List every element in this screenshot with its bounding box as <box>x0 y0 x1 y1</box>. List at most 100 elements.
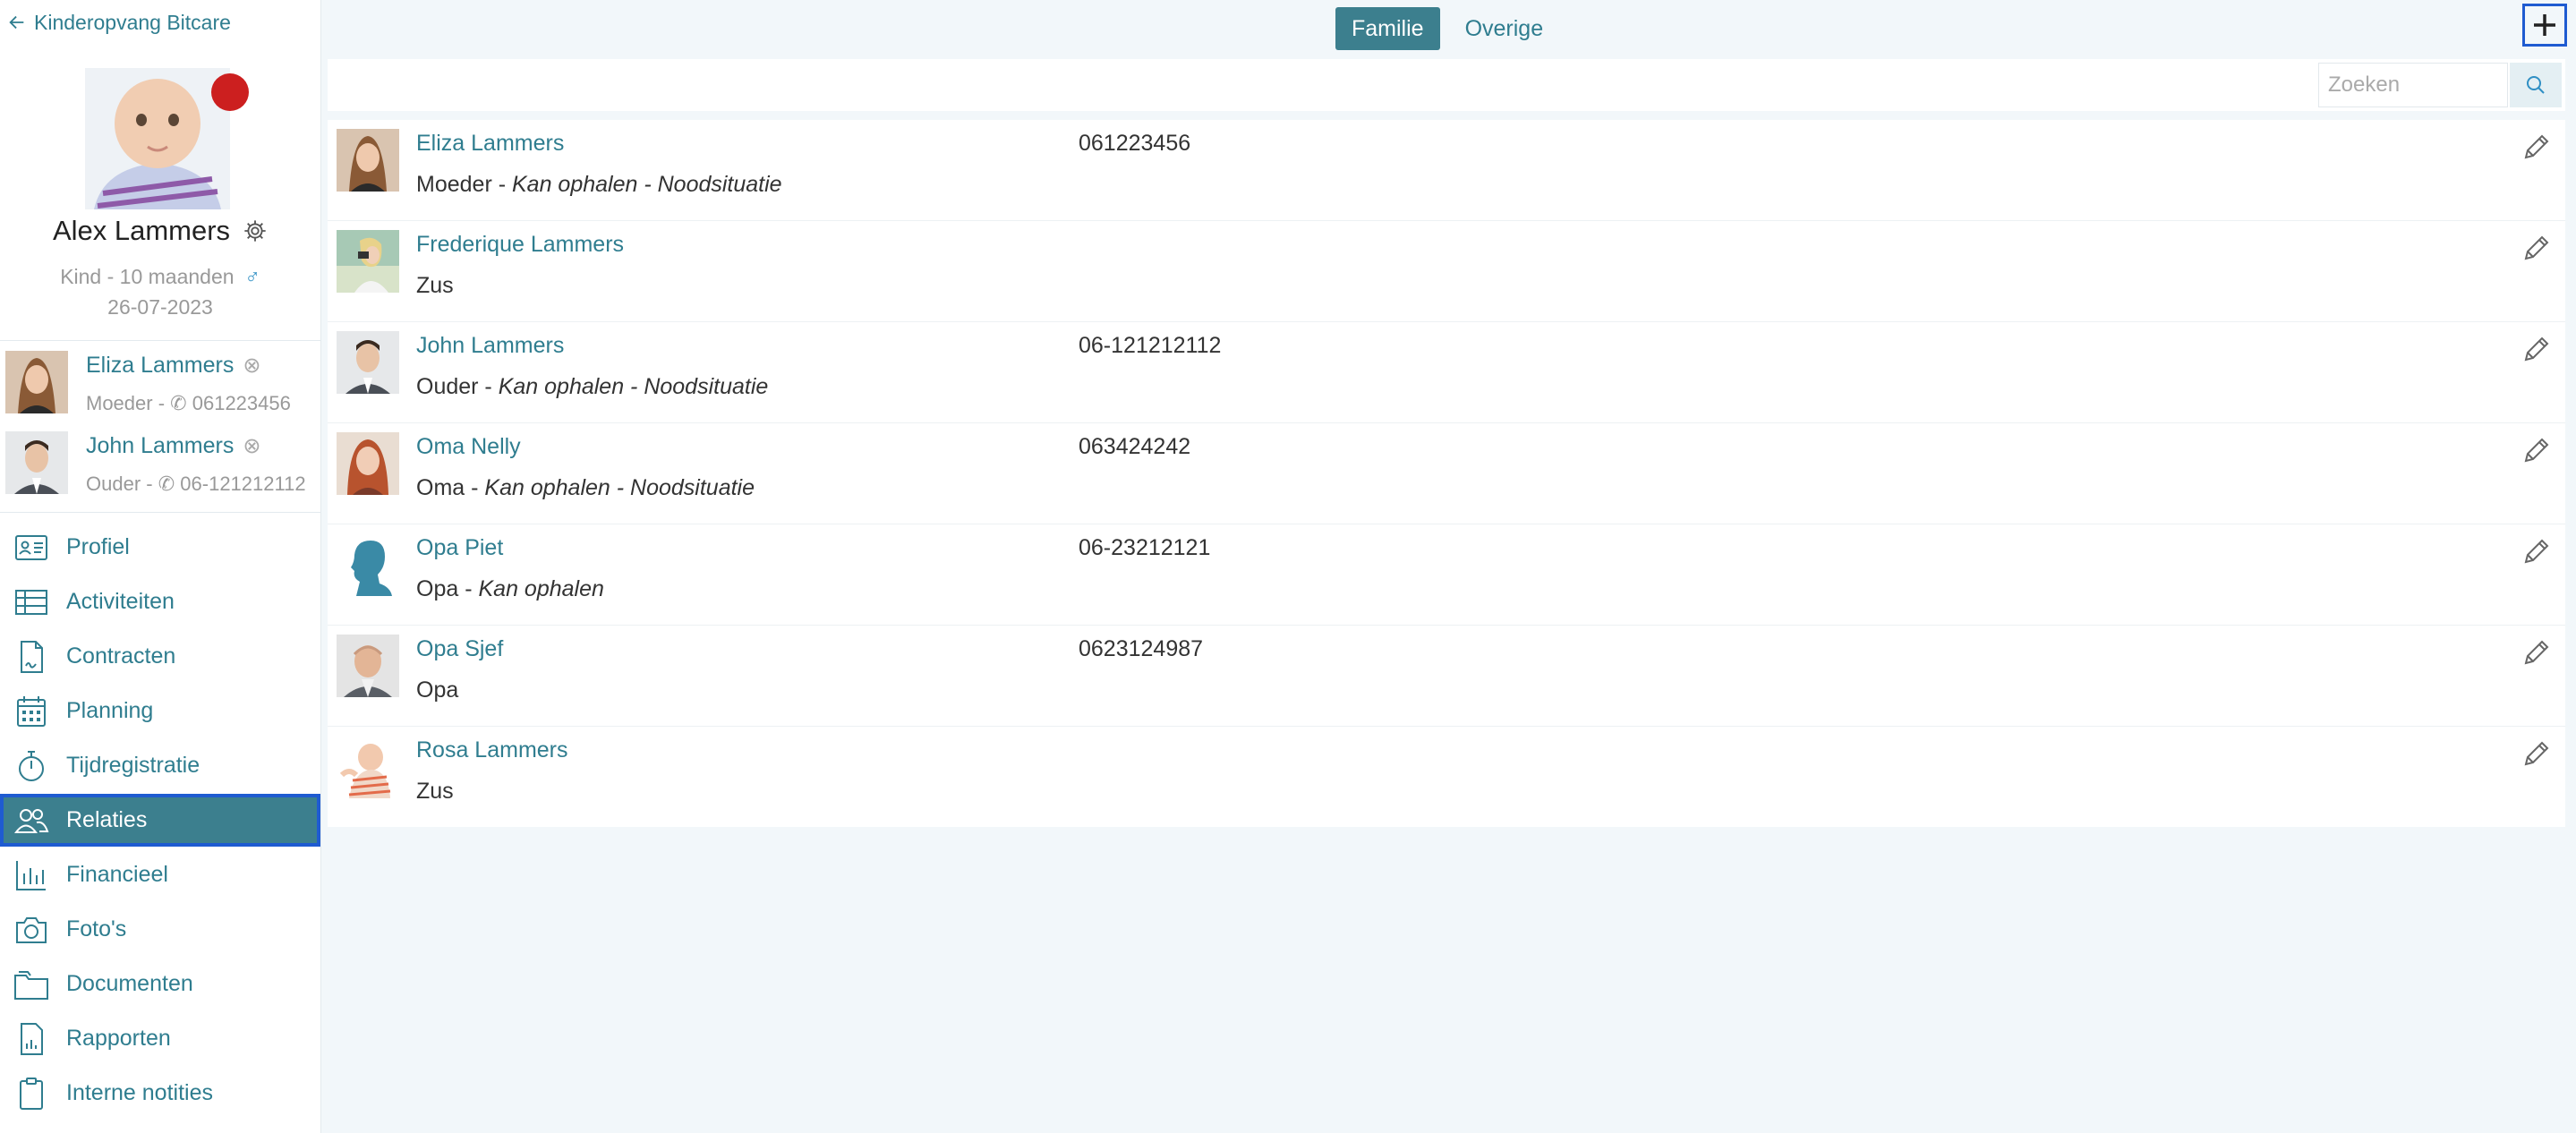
child-birthdate: 26-07-2023 <box>107 295 213 319</box>
relation-role: Opa <box>416 677 458 703</box>
arrow-left-icon <box>9 15 24 30</box>
search-bar <box>328 59 2565 111</box>
relation-name[interactable]: Opa Piet <box>416 535 503 561</box>
nav-label: Rapporten <box>66 1026 171 1051</box>
nav-item-fotos[interactable]: Foto's <box>0 903 320 956</box>
nav-item-activiteiten[interactable]: Activiteiten <box>0 575 320 628</box>
tab-familie[interactable]: Familie <box>1335 7 1440 50</box>
nav-item-profiel[interactable]: Profiel <box>0 521 320 574</box>
child-age: Kind - 10 maanden <box>60 265 235 288</box>
back-link[interactable]: Kinderopvang Bitcare <box>7 9 231 36</box>
pencil-icon[interactable] <box>2521 434 2553 466</box>
add-relation-button[interactable] <box>2522 4 2567 47</box>
relation-type: Opa <box>416 677 459 703</box>
nav-label: Profiel <box>66 534 130 559</box>
pencil-icon[interactable] <box>2521 636 2553 669</box>
relation-row: Frederique Lammers Zus <box>328 221 2565 322</box>
relation-avatar <box>337 432 399 495</box>
search-icon <box>2527 76 2545 94</box>
child-name: Alex Lammers <box>52 215 231 246</box>
pencil-icon[interactable] <box>2521 737 2553 770</box>
male-icon: ♂ <box>244 265 260 288</box>
search-button[interactable] <box>2510 63 2562 107</box>
contact-phone: 061223456 <box>192 392 291 414</box>
relation-separator: - <box>465 475 485 500</box>
relation-phone: 06-121212112 <box>1079 333 1222 358</box>
relation-name[interactable]: Oma Nelly <box>416 434 521 460</box>
relation-avatar <box>337 129 399 192</box>
nav-item-contracten[interactable]: Contracten <box>0 630 320 683</box>
relation-phone: 063424242 <box>1079 434 1191 459</box>
relation-role: Oma - Kan ophalen - Noodsituatie <box>416 475 755 501</box>
nav-item-planning[interactable]: Planning <box>0 685 320 737</box>
gear-icon[interactable] <box>243 218 268 243</box>
silhouette-icon <box>337 533 399 596</box>
remove-circle-icon[interactable]: ⊗ <box>243 433 260 459</box>
nav-item-tijdregistratie[interactable]: Tijdregistratie <box>0 739 320 792</box>
relation-role: Opa - Kan ophalen <box>416 576 604 602</box>
status-indicator <box>211 73 249 111</box>
report-icon <box>13 1020 50 1058</box>
people-icon <box>13 802 50 839</box>
contact-avatar <box>5 351 68 413</box>
nav-item-relaties[interactable]: Relaties <box>0 794 320 847</box>
relation-avatar <box>337 230 399 293</box>
contact-details: Moeder - ✆ 061223456 <box>86 392 320 415</box>
nav-item-financieel[interactable]: Financieel <box>0 848 320 901</box>
nav-label: Interne notities <box>66 1080 213 1105</box>
back-link-label: Kinderopvang Bitcare <box>34 10 231 34</box>
folder-icon <box>13 966 50 1003</box>
relation-permissions: Kan ophalen - Noodsituatie <box>484 475 755 500</box>
stopwatch-icon <box>13 747 50 785</box>
contact-phone: 06-121212112 <box>180 473 306 495</box>
relation-type: Ouder <box>416 374 479 399</box>
relation-separator: - <box>491 172 512 197</box>
pencil-icon[interactable] <box>2521 232 2553 264</box>
nav-item-interne-notities[interactable]: Interne notities <box>0 1067 320 1120</box>
table-icon <box>13 584 50 621</box>
contact-name[interactable]: John Lammers ⊗ <box>86 433 260 459</box>
nav-item-rapporten[interactable]: Rapporten <box>0 1012 320 1065</box>
relation-name[interactable]: Opa Sjef <box>416 636 503 662</box>
pencil-icon[interactable] <box>2521 131 2553 163</box>
nav-label: Activiteiten <box>66 589 175 614</box>
divider <box>0 512 320 513</box>
relation-role: Zus <box>416 273 454 299</box>
relation-permissions: Kan ophalen - Noodsituatie <box>511 172 782 197</box>
relation-role: Moeder - Kan ophalen - Noodsituatie <box>416 172 782 198</box>
pencil-icon[interactable] <box>2521 333 2553 365</box>
id-card-icon <box>13 529 50 566</box>
nav-label: Documenten <box>66 971 193 996</box>
sidebar: Kinderopvang Bitcare Alex Lammers Kind -… <box>0 0 321 1133</box>
relation-name[interactable]: Frederique Lammers <box>416 232 624 258</box>
relation-name[interactable]: Rosa Lammers <box>416 737 568 763</box>
relation-name[interactable]: Eliza Lammers <box>416 131 564 157</box>
relation-type: Oma <box>416 475 465 500</box>
divider <box>0 340 320 341</box>
contact-name-label: Eliza Lammers <box>86 353 235 378</box>
relation-avatar <box>337 736 399 798</box>
relations-list: Eliza Lammers Moeder - Kan ophalen - Noo… <box>328 120 2565 827</box>
contact-name[interactable]: Eliza Lammers ⊗ <box>86 353 260 379</box>
nav-label: Tijdregistratie <box>66 753 200 778</box>
contact-name-label: John Lammers <box>86 433 235 458</box>
relation-row: Rosa Lammers Zus <box>328 727 2565 827</box>
contact-role: Ouder - <box>86 473 153 495</box>
nav-label: Planning <box>66 698 154 723</box>
sidebar-contact: John Lammers ⊗ Ouder - ✆ 06-121212112 <box>0 424 320 501</box>
plus-icon <box>2534 14 2555 36</box>
relation-row: Oma Nelly Oma - Kan ophalen - Noodsituat… <box>328 423 2565 524</box>
remove-circle-icon[interactable]: ⊗ <box>243 353 260 379</box>
nav-item-documenten[interactable]: Documenten <box>0 958 320 1010</box>
relation-permissions: Kan ophalen - Noodsituatie <box>498 374 769 399</box>
relation-name[interactable]: John Lammers <box>416 333 564 359</box>
camera-icon <box>13 911 50 949</box>
nav-label: Foto's <box>66 916 127 941</box>
relation-role: Zus <box>416 779 454 805</box>
tab-overige[interactable]: Overige <box>1449 7 1560 50</box>
child-avatar <box>85 68 230 209</box>
relation-type: Zus <box>416 779 454 804</box>
calendar-icon <box>13 693 50 730</box>
search-input[interactable] <box>2318 63 2508 107</box>
pencil-icon[interactable] <box>2521 535 2553 567</box>
